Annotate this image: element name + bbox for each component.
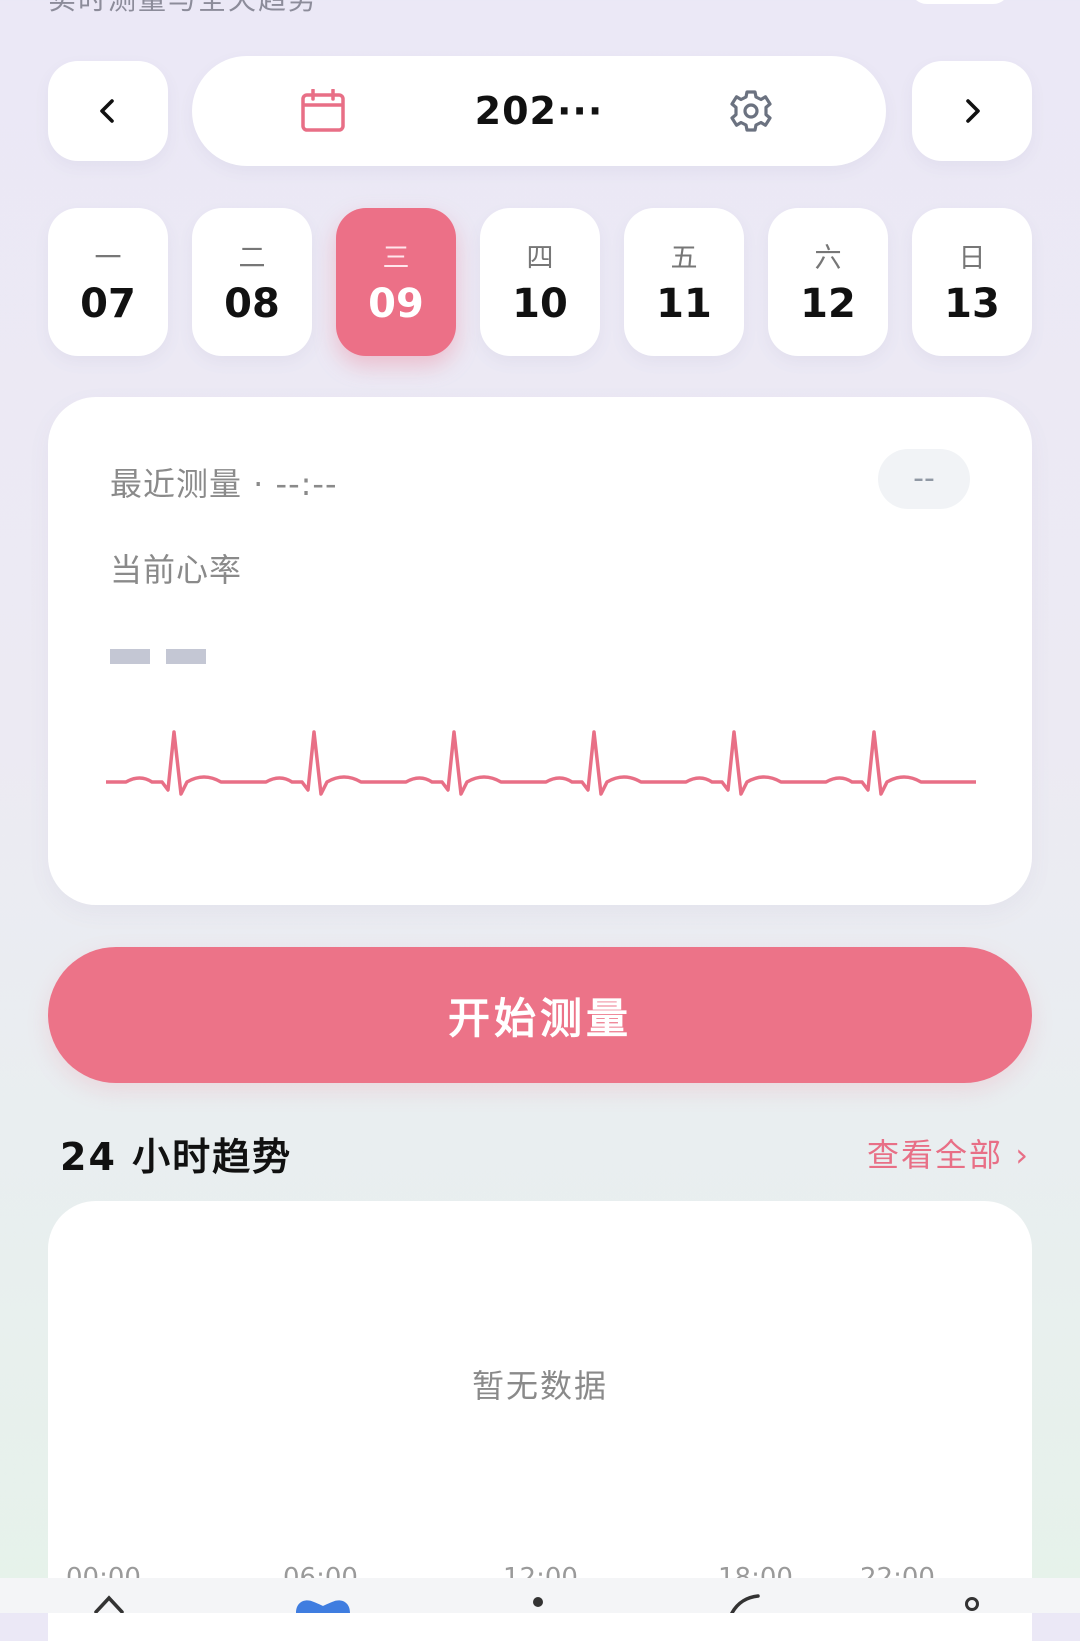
heart-rate-placeholder bbox=[110, 649, 222, 668]
next-date-button[interactable] bbox=[912, 61, 1032, 161]
day-weekday: 四 bbox=[526, 243, 554, 274]
gear-icon[interactable] bbox=[729, 89, 773, 133]
page-subtitle: 实时测量与全天趋势 bbox=[48, 0, 318, 18]
bottom-tab-bar bbox=[0, 1578, 1080, 1613]
day-weekday: 六 bbox=[814, 243, 842, 274]
view-all-link[interactable]: 查看全部 › bbox=[867, 1130, 1030, 1176]
day-date: 09 bbox=[368, 281, 424, 327]
ecg-waveform bbox=[106, 730, 976, 796]
empty-state-text: 暂无数据 bbox=[471, 1367, 608, 1405]
heart-tab-icon[interactable] bbox=[294, 1592, 352, 1613]
trend-card: 暂无数据 00:00 06:00 12:00 18:00 22:00 bbox=[48, 1201, 1032, 1641]
day-date: 13 bbox=[944, 281, 1000, 327]
moon-tab-icon[interactable] bbox=[728, 1592, 762, 1613]
day-item-11[interactable]: 五 11 bbox=[624, 208, 744, 356]
day-item-12[interactable]: 六 12 bbox=[768, 208, 888, 356]
prev-date-button[interactable] bbox=[48, 61, 168, 161]
day-date: 12 bbox=[800, 281, 856, 327]
top-right-pill[interactable] bbox=[910, 0, 1010, 4]
current-date-text: 202··· bbox=[474, 89, 604, 133]
day-item-08[interactable]: 二 08 bbox=[192, 208, 312, 356]
date-selector[interactable]: 202··· bbox=[192, 56, 886, 166]
start-measure-button[interactable]: 开始测量 bbox=[48, 947, 1032, 1083]
day-weekday: 一 bbox=[94, 243, 122, 274]
day-date: 08 bbox=[224, 281, 280, 327]
day-weekday: 五 bbox=[670, 243, 698, 274]
home-tab-icon[interactable] bbox=[92, 1592, 126, 1613]
status-badge: -- bbox=[878, 449, 970, 509]
chevron-right-icon bbox=[966, 99, 980, 123]
placeholder-dash bbox=[166, 649, 206, 664]
current-heart-rate-label: 当前心率 bbox=[110, 551, 243, 589]
dot-tab-icon[interactable] bbox=[528, 1592, 548, 1613]
day-weekday: 日 bbox=[958, 243, 986, 274]
day-date: 07 bbox=[80, 281, 136, 327]
day-item-10[interactable]: 四 10 bbox=[480, 208, 600, 356]
recent-measurement-label: 最近测量 · --:-- bbox=[110, 465, 338, 503]
chevron-left-icon bbox=[100, 99, 114, 123]
placeholder-dash bbox=[110, 649, 150, 664]
day-weekday: 二 bbox=[238, 243, 266, 274]
day-date: 10 bbox=[512, 281, 568, 327]
day-item-09-selected[interactable]: 三 09 bbox=[336, 208, 456, 356]
day-item-13[interactable]: 日 13 bbox=[912, 208, 1032, 356]
profile-tab-icon[interactable] bbox=[960, 1592, 984, 1613]
day-item-07[interactable]: 一 07 bbox=[48, 208, 168, 356]
heart-rate-card: 最近测量 · --:-- -- 当前心率 bbox=[48, 397, 1032, 905]
trend-section-title: 24 小时趋势 bbox=[60, 1135, 293, 1179]
day-weekday: 三 bbox=[382, 243, 410, 274]
day-date: 11 bbox=[656, 281, 712, 327]
